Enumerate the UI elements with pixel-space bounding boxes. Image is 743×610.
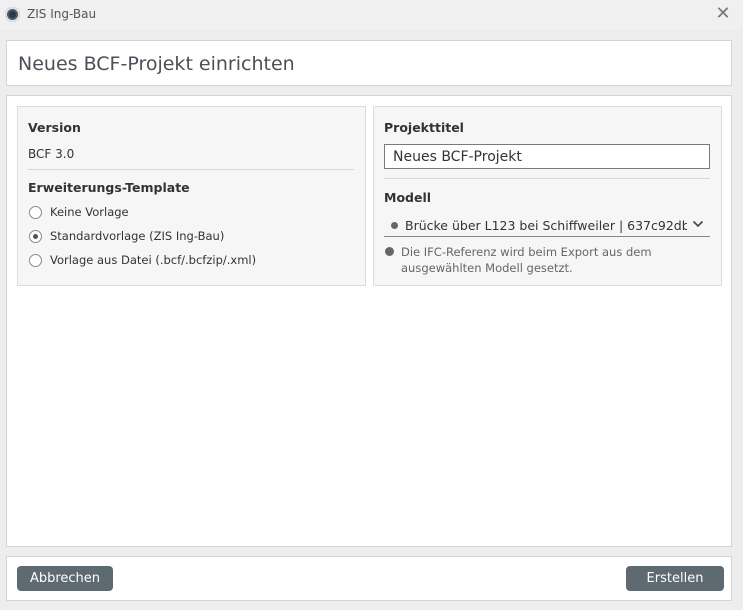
title-bar: ZIS Ing-Bau ✕: [0, 0, 743, 30]
project-title-input[interactable]: [384, 144, 710, 169]
radio-label: Vorlage aus Datei (.bcf/.bcfzip/.xml): [50, 253, 257, 267]
divider: [384, 178, 710, 179]
radio-standard-template[interactable]: Standardvorlage (ZIS Ing-Bau): [29, 229, 224, 243]
model-select-value: Brücke über L123 bei Schiffweiler | 637c…: [405, 218, 687, 233]
radio-no-template[interactable]: Keine Vorlage: [29, 205, 129, 219]
model-label: Modell: [384, 190, 432, 205]
radio-label: Standardvorlage (ZIS Ing-Bau): [50, 229, 225, 243]
radio-button-selected[interactable]: [29, 229, 42, 243]
template-label: Erweiterungs-Template: [28, 180, 190, 195]
radio-label: Keine Vorlage: [50, 205, 129, 219]
project-title-label: Projekttitel: [384, 120, 464, 135]
version-value: BCF 3.0: [28, 147, 75, 161]
dialog-title: Neues BCF-Projekt einrichten: [18, 53, 295, 75]
info-icon: [385, 247, 394, 256]
chevron-down-icon[interactable]: [692, 218, 704, 230]
model-info: Die IFC-Referenz wird beim Export aus de…: [384, 244, 714, 276]
app-icon: [5, 7, 20, 22]
settings-card: Version BCF 3.0 Erweiterungs-Template Ke…: [17, 106, 366, 286]
cancel-button[interactable]: Abbrechen: [17, 566, 113, 591]
close-icon[interactable]: ✕: [713, 4, 733, 24]
project-card: Projekttitel Modell Brücke über L123 bei…: [373, 106, 722, 286]
create-button[interactable]: Erstellen: [626, 566, 724, 591]
version-label: Version: [28, 120, 81, 135]
dialog-header: Neues BCF-Projekt einrichten: [6, 40, 732, 86]
model-status-dot: [391, 222, 398, 229]
window-title: ZIS Ing-Bau: [27, 7, 97, 21]
info-text: Die IFC-Referenz wird beim Export aus de…: [401, 245, 652, 275]
content-panel: Version BCF 3.0 Erweiterungs-Template Ke…: [6, 95, 732, 547]
radio-file-template[interactable]: Vorlage aus Datei (.bcf/.bcfzip/.xml): [29, 253, 256, 267]
divider: [28, 169, 354, 170]
radio-button[interactable]: [29, 253, 42, 267]
model-select[interactable]: Brücke über L123 bei Schiffweiler | 637c…: [384, 215, 710, 237]
radio-button[interactable]: [29, 205, 42, 219]
dialog-footer: Abbrechen Erstellen: [6, 556, 732, 601]
